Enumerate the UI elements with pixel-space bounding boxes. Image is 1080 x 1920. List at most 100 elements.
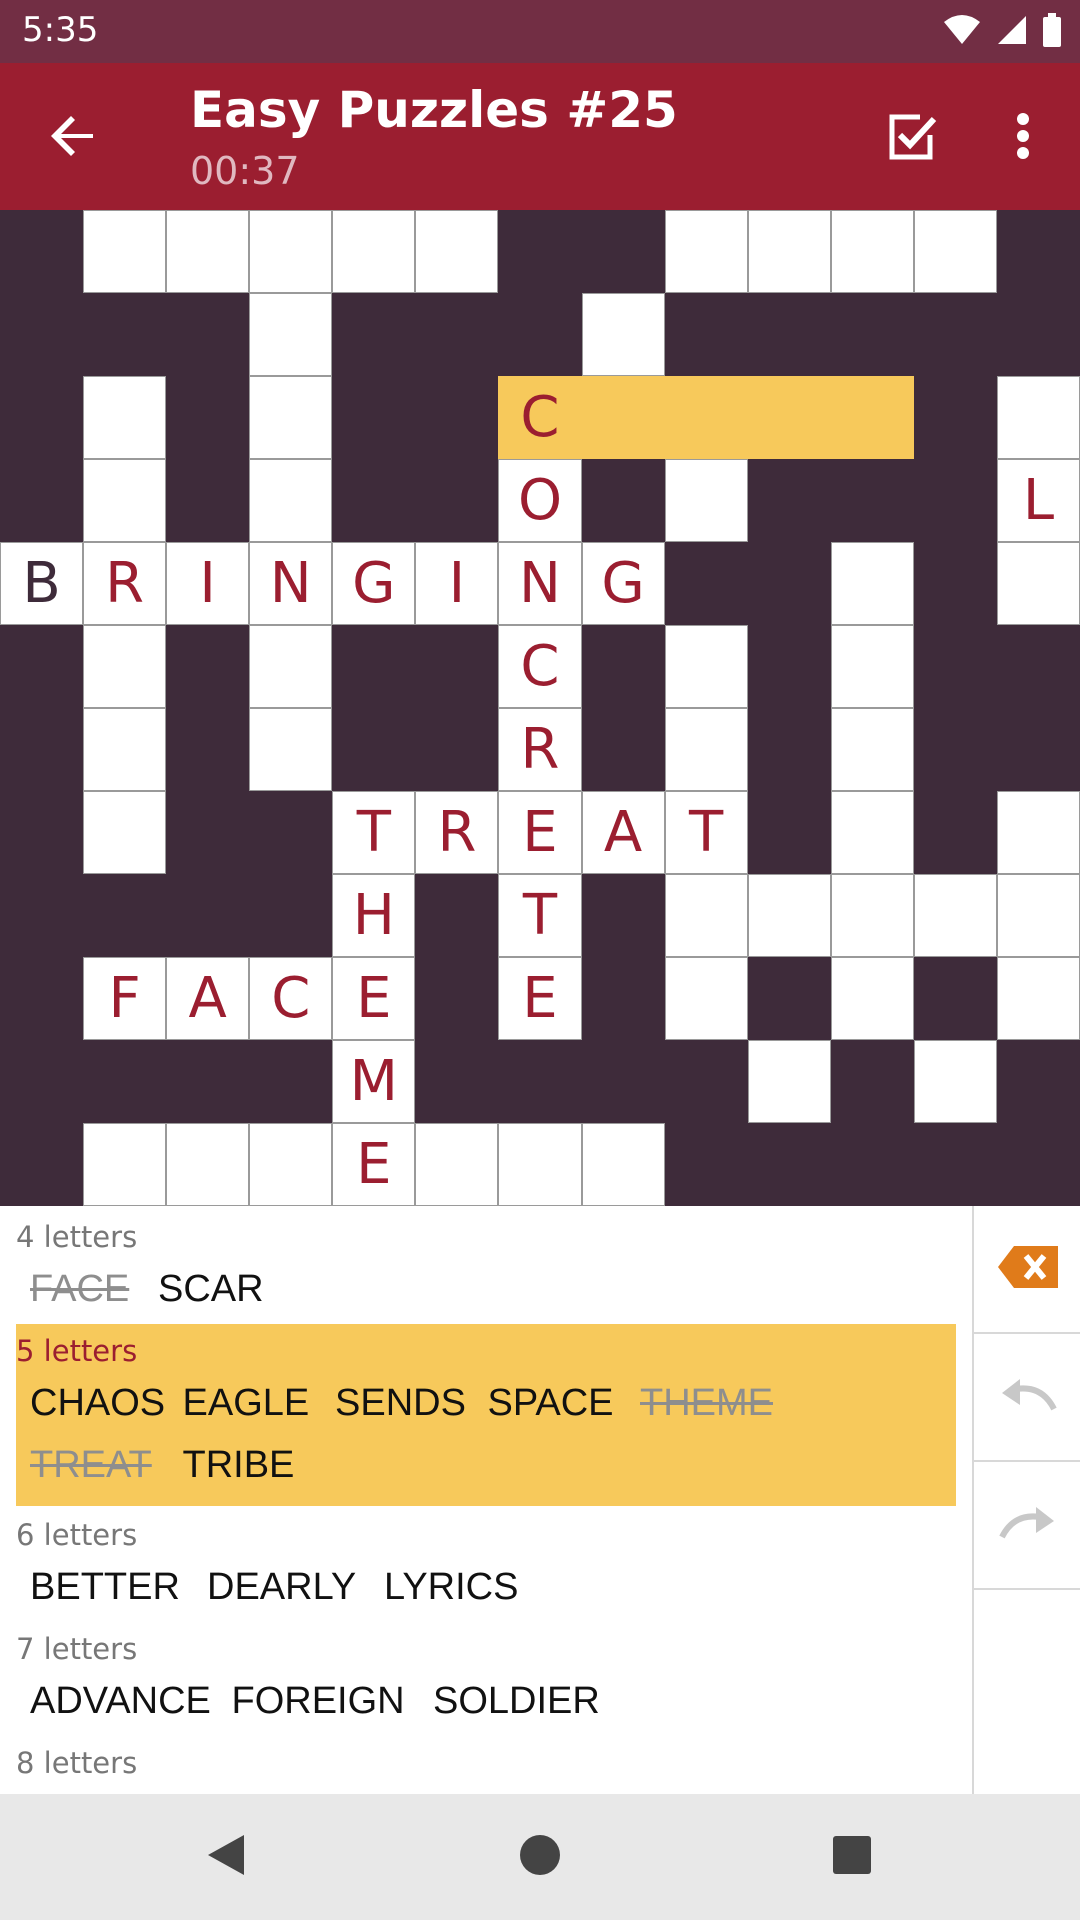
grid-cell[interactable]: [249, 376, 333, 459]
undo-button[interactable]: [974, 1334, 1080, 1462]
grid-cell[interactable]: E: [332, 957, 416, 1040]
grid-cell[interactable]: [581, 376, 665, 459]
grid-cell[interactable]: [664, 625, 748, 708]
grid-cell[interactable]: C: [498, 625, 582, 708]
grid-cell[interactable]: [166, 210, 250, 293]
word-item[interactable]: FOREIGN: [232, 1680, 405, 1723]
word-item[interactable]: FACE: [30, 1268, 129, 1311]
grid-cell[interactable]: R: [498, 708, 582, 791]
grid-cell[interactable]: [581, 1123, 665, 1206]
grid-cell[interactable]: [996, 542, 1080, 625]
nav-back-button[interactable]: [196, 1827, 256, 1887]
check-button[interactable]: [880, 107, 944, 171]
word-item[interactable]: CHAOS: [30, 1382, 165, 1425]
grid-cell[interactable]: O: [498, 459, 582, 542]
grid-cell[interactable]: H: [332, 874, 416, 957]
grid-cell[interactable]: [249, 708, 333, 791]
grid-cell[interactable]: [830, 625, 914, 708]
grid-cell[interactable]: [332, 210, 416, 293]
grid-cell[interactable]: [249, 210, 333, 293]
grid-cell[interactable]: B: [0, 542, 84, 625]
grid-cell[interactable]: [249, 1123, 333, 1206]
grid-cell[interactable]: [747, 1040, 831, 1123]
grid-cell[interactable]: [747, 210, 831, 293]
grid-cell[interactable]: [415, 210, 499, 293]
grid-cell[interactable]: [166, 1123, 250, 1206]
grid-cell[interactable]: [830, 210, 914, 293]
grid-cell[interactable]: E: [498, 791, 582, 874]
grid-cell[interactable]: [249, 293, 333, 376]
grid-cell[interactable]: N: [498, 542, 582, 625]
redo-button[interactable]: [974, 1462, 1080, 1590]
grid-cell[interactable]: [830, 542, 914, 625]
grid-cell[interactable]: T: [332, 791, 416, 874]
grid-cell[interactable]: [830, 874, 914, 957]
grid-cell[interactable]: [747, 376, 831, 459]
grid-cell[interactable]: T: [498, 874, 582, 957]
grid-cell[interactable]: T: [664, 791, 748, 874]
word-item[interactable]: TRIBE: [183, 1444, 295, 1487]
grid-cell[interactable]: G: [332, 542, 416, 625]
grid-cell[interactable]: [581, 293, 665, 376]
grid-cell[interactable]: G: [581, 542, 665, 625]
word-item[interactable]: DEARLY: [207, 1566, 356, 1609]
grid-cell[interactable]: [996, 791, 1080, 874]
word-item[interactable]: TREAT: [30, 1444, 152, 1487]
word-item[interactable]: ADVANCE: [30, 1680, 211, 1723]
grid-cell[interactable]: L: [996, 459, 1080, 542]
grid-cell[interactable]: [83, 376, 167, 459]
grid-cell[interactable]: [830, 376, 914, 459]
grid-cell[interactable]: E: [498, 957, 582, 1040]
grid-cell[interactable]: [664, 874, 748, 957]
grid-cell[interactable]: [664, 708, 748, 791]
grid-cell[interactable]: [498, 1123, 582, 1206]
grid-cell[interactable]: A: [166, 957, 250, 1040]
word-item[interactable]: BETTER: [30, 1566, 180, 1609]
delete-button[interactable]: [974, 1206, 1080, 1334]
grid-cell[interactable]: [83, 791, 167, 874]
crossword-grid[interactable]: COLBRINGINGCRTREATHTFACEEME: [0, 210, 1080, 1206]
grid-cell[interactable]: [249, 625, 333, 708]
grid-cell[interactable]: [249, 459, 333, 542]
grid-cell[interactable]: F: [83, 957, 167, 1040]
back-button[interactable]: [38, 103, 108, 173]
grid-cell[interactable]: [996, 874, 1080, 957]
grid-cell[interactable]: C: [498, 376, 582, 459]
grid-cell[interactable]: [913, 874, 997, 957]
grid-cell[interactable]: [83, 708, 167, 791]
grid-cell[interactable]: [830, 791, 914, 874]
grid-cell[interactable]: [996, 376, 1080, 459]
word-item[interactable]: EAGLE: [183, 1382, 310, 1425]
grid-cell[interactable]: [83, 459, 167, 542]
grid-cell[interactable]: [83, 625, 167, 708]
grid-cell[interactable]: R: [83, 542, 167, 625]
grid-cell[interactable]: [996, 957, 1080, 1040]
grid-cell[interactable]: [830, 957, 914, 1040]
grid-cell[interactable]: R: [415, 791, 499, 874]
word-item[interactable]: SOLDIER: [433, 1680, 600, 1723]
grid-cell[interactable]: C: [249, 957, 333, 1040]
grid-cell[interactable]: N: [249, 542, 333, 625]
grid-cell[interactable]: [830, 708, 914, 791]
more-options-button[interactable]: [1000, 103, 1046, 173]
grid-cell[interactable]: [913, 1040, 997, 1123]
grid-cell[interactable]: E: [332, 1123, 416, 1206]
grid-cell[interactable]: [415, 1123, 499, 1206]
word-item[interactable]: SENDS: [335, 1382, 466, 1425]
grid-cell[interactable]: [664, 376, 748, 459]
grid-cell[interactable]: [83, 210, 167, 293]
grid-cell[interactable]: M: [332, 1040, 416, 1123]
grid-cell[interactable]: I: [415, 542, 499, 625]
nav-recents-button[interactable]: [822, 1827, 882, 1887]
nav-home-button[interactable]: [510, 1827, 570, 1887]
grid-cell[interactable]: [664, 210, 748, 293]
grid-cell[interactable]: [664, 957, 748, 1040]
word-item[interactable]: LYRICS: [384, 1566, 518, 1609]
grid-cell[interactable]: A: [581, 791, 665, 874]
word-item[interactable]: SCAR: [158, 1268, 264, 1311]
grid-cell[interactable]: [913, 210, 997, 293]
grid-cell[interactable]: [747, 874, 831, 957]
grid-cell[interactable]: [664, 459, 748, 542]
grid-cell[interactable]: I: [166, 542, 250, 625]
word-item[interactable]: SPACE: [488, 1382, 614, 1425]
